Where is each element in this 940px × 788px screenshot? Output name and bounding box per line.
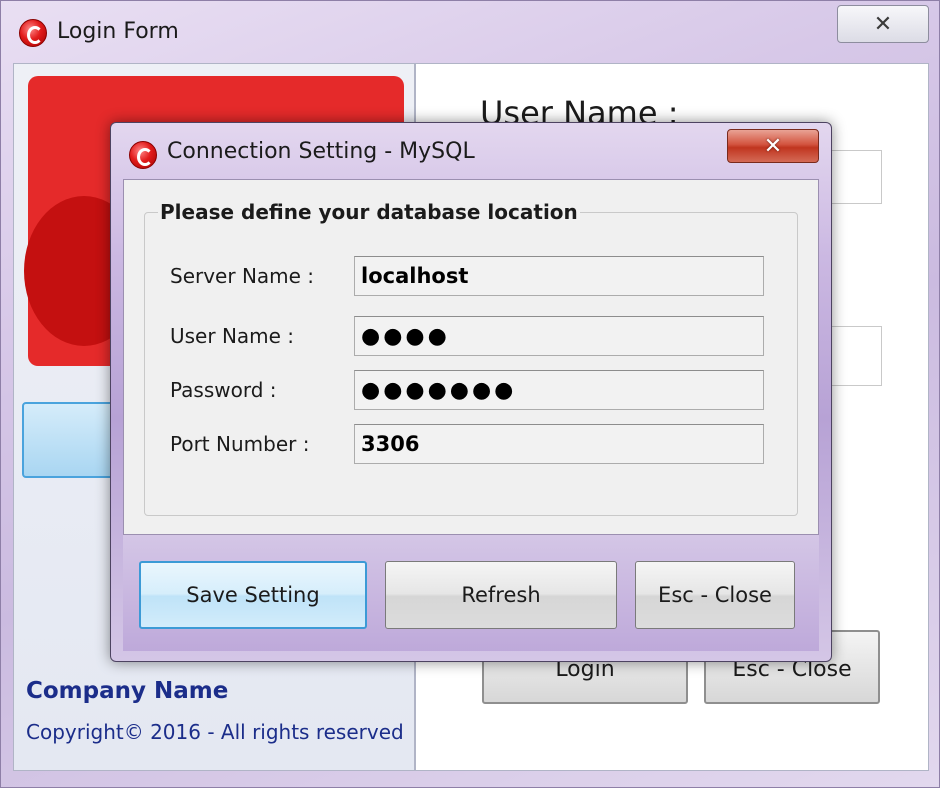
save-setting-button[interactable]: Save Setting — [139, 561, 367, 629]
dialog-title: Connection Setting - MySQL — [167, 139, 475, 164]
password-label: Password : — [170, 378, 277, 402]
port-number-label: Port Number : — [170, 432, 310, 456]
company-name: Company Name — [26, 678, 229, 704]
close-icon: ✕ — [763, 133, 783, 159]
dialog-close-button[interactable]: ✕ — [727, 129, 819, 163]
copyright-text: Copyright© 2016 - All rights reserved — [26, 720, 404, 744]
refresh-button[interactable]: Refresh — [385, 561, 617, 629]
app-logo-icon — [129, 141, 157, 169]
login-titlebar: Login Form ✕ — [1, 1, 939, 63]
app-logo-icon — [19, 19, 47, 47]
group-title: Please define your database location — [158, 200, 580, 224]
user-name-input[interactable]: ●●●● — [354, 316, 764, 356]
login-window-title: Login Form — [57, 19, 179, 44]
connection-setting-dialog: Connection Setting - MySQL ✕ Please defi… — [110, 122, 832, 662]
port-number-input[interactable]: 3306 — [354, 424, 764, 464]
close-icon: ✕ — [873, 11, 893, 37]
dialog-body: Please define your database location Ser… — [123, 179, 819, 535]
server-name-input[interactable]: localhost — [354, 256, 764, 296]
user-name-label: User Name : — [170, 324, 295, 348]
login-close-button[interactable]: ✕ — [837, 5, 929, 43]
esc-close-button[interactable]: Esc - Close — [635, 561, 795, 629]
password-input[interactable]: ●●●●●●● — [354, 370, 764, 410]
server-name-label: Server Name : — [170, 264, 315, 288]
dialog-button-bar: Save Setting Refresh Esc - Close — [123, 535, 819, 651]
dialog-titlebar: Connection Setting - MySQL ✕ — [111, 123, 831, 179]
